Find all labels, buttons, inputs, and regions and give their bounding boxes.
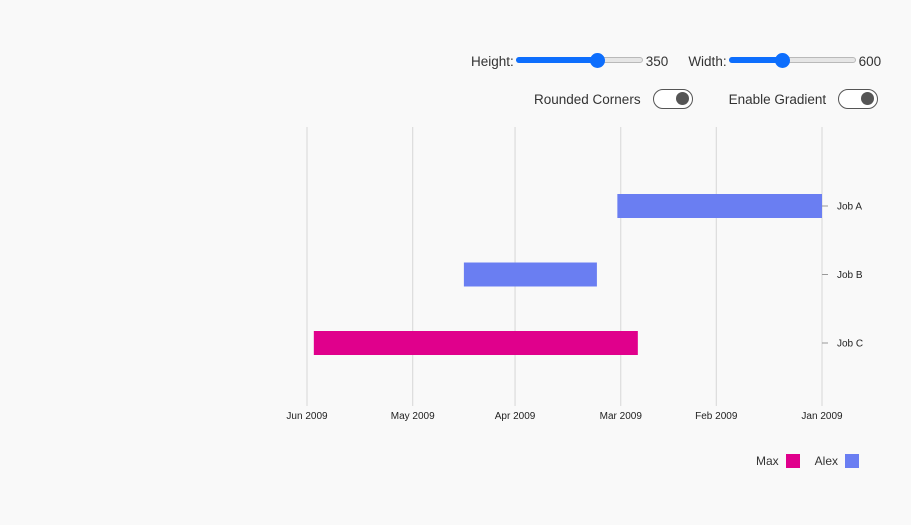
task-bar[interactable] bbox=[313, 331, 638, 355]
task-bar[interactable] bbox=[463, 262, 597, 287]
x-tick-label: Apr 2009 bbox=[495, 411, 536, 422]
x-tick-label: Feb 2009 bbox=[695, 411, 738, 422]
legend-item[interactable]: Alex bbox=[815, 454, 859, 468]
gantt-chart: Jan 2009 Feb 2009 Mar 2009 Apr 2009 May 2009… bbox=[286, 127, 863, 422]
chart-legend: Max Alex bbox=[741, 454, 859, 468]
x-tick-label: May 2009 bbox=[391, 411, 435, 422]
legend-swatch bbox=[785, 454, 800, 468]
legend-label: Max bbox=[755, 454, 779, 468]
legend-swatch bbox=[845, 454, 859, 468]
x-tick-label: Jun 2009 bbox=[286, 411, 328, 422]
y-tick-label: Job C bbox=[837, 339, 863, 350]
legend-item[interactable]: Max bbox=[756, 454, 800, 468]
legend-label: Alex bbox=[814, 454, 838, 468]
x-tick-label: Jan 2009 bbox=[801, 411, 843, 422]
x-tick-label: Mar 2009 bbox=[600, 411, 643, 422]
task-bar[interactable] bbox=[617, 194, 822, 218]
y-tick-label: Job B bbox=[837, 270, 863, 281]
y-tick-label: Job A bbox=[837, 202, 862, 213]
